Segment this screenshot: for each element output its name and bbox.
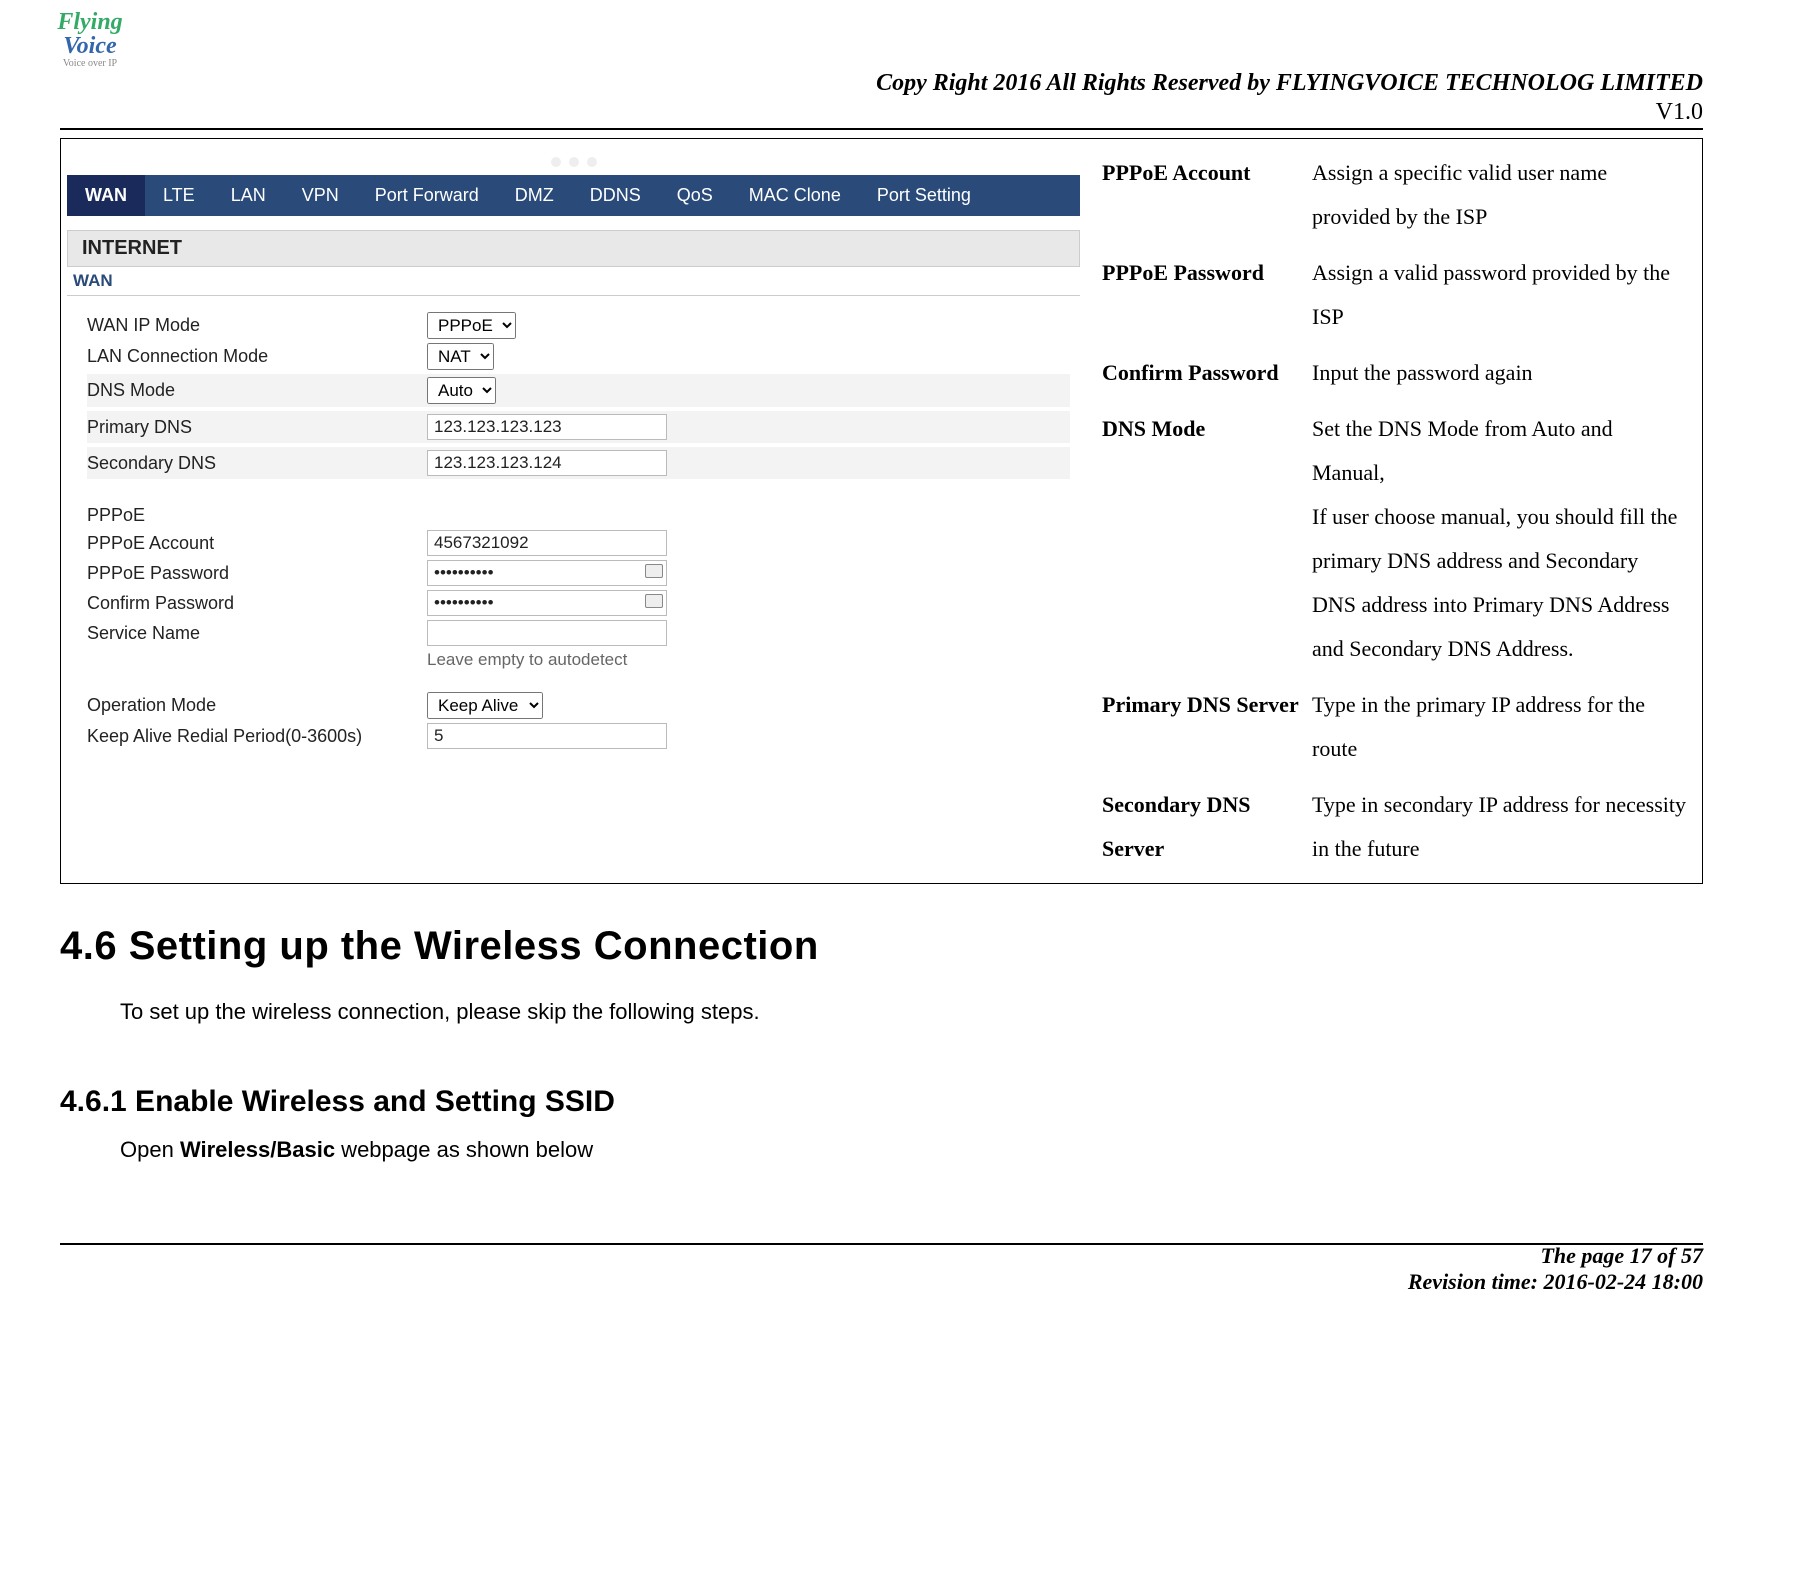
form-area: WAN IP Mode PPPoE LAN Connection Mode NA… [67, 304, 1080, 763]
row-redial-period: Keep Alive Redial Period(0-3600s) 5 [87, 723, 1070, 749]
label-primary-dns: Primary DNS [87, 417, 427, 438]
version-line: V1.0 [60, 99, 1703, 126]
top-rule [60, 128, 1703, 130]
logo-sub: Voice over IP [40, 58, 140, 69]
def-dns-mode: Set the DNS Mode from Auto and Manual, I… [1308, 401, 1690, 677]
p461-pre: Open [120, 1137, 180, 1162]
def-confirm-password: Input the password again [1308, 345, 1690, 401]
select-dns-mode[interactable]: Auto [427, 377, 496, 404]
tab-ddns[interactable]: DDNS [572, 175, 659, 216]
paragraph-4-6: To set up the wireless connection, pleas… [120, 999, 1703, 1025]
tab-qos[interactable]: QoS [659, 175, 731, 216]
keyboard-icon[interactable] [645, 564, 663, 578]
tab-bar: WAN LTE LAN VPN Port Forward DMZ DDNS Qo… [67, 175, 1080, 216]
label-service-name: Service Name [87, 623, 427, 644]
input-service-name[interactable] [427, 620, 667, 646]
label-lan-conn-mode: LAN Connection Mode [87, 346, 427, 367]
term-secondary-dns: Secondary DNS Server [1098, 777, 1308, 877]
row-pppoe-password: PPPoE Password •••••••••• [87, 560, 1070, 586]
p461-bold: Wireless/Basic [180, 1137, 335, 1162]
def-secondary-dns: Type in secondary IP address for necessi… [1308, 777, 1690, 877]
heading-4-6-1: 4.6.1 Enable Wireless and Setting SSID [60, 1085, 1703, 1119]
row-dns-mode: DNS Mode Auto [87, 374, 1070, 407]
input-secondary-dns[interactable]: 123.123.123.124 [427, 450, 667, 476]
row-operation-mode: Operation Mode Keep Alive [87, 692, 1070, 719]
logo-line2: Voice [40, 34, 140, 58]
row-pppoe-account: PPPoE Account 4567321092 [87, 530, 1070, 556]
term-pppoe-account: PPPoE Account [1098, 145, 1308, 245]
definition-table: PPPoE Account Assign a specific valid us… [1098, 145, 1690, 877]
term-pppoe-password: PPPoE Password [1098, 245, 1308, 345]
row-service-name: Service Name [87, 620, 1070, 646]
heading-4-6: 4.6 Setting up the Wireless Connection [60, 924, 1703, 969]
footer-rev: Revision time: 2016-02-24 18:00 [1408, 1269, 1703, 1295]
p461-post: webpage as shown below [335, 1137, 593, 1162]
screenshot-cell: WAN LTE LAN VPN Port Forward DMZ DDNS Qo… [61, 139, 1086, 883]
label-pppoe-header: PPPoE [87, 505, 427, 526]
section-header-internet: INTERNET [67, 230, 1080, 267]
def-pppoe-account: Assign a specific valid user name provid… [1308, 145, 1690, 245]
logo-line1: Flying [40, 10, 140, 34]
footer: The page 17 of 57 Revision time: 2016-02… [1408, 1243, 1703, 1295]
input-pppoe-account[interactable]: 4567321092 [427, 530, 667, 556]
tab-vpn[interactable]: VPN [284, 175, 357, 216]
label-wan-ip-mode: WAN IP Mode [87, 315, 427, 336]
tab-dmz[interactable]: DMZ [497, 175, 572, 216]
row-lan-conn-mode: LAN Connection Mode NAT [87, 343, 1070, 370]
tab-port-setting[interactable]: Port Setting [859, 175, 989, 216]
term-confirm-password: Confirm Password [1098, 345, 1308, 401]
input-pppoe-password[interactable]: •••••••••• [427, 560, 667, 586]
paragraph-4-6-1: Open Wireless/Basic webpage as shown bel… [120, 1137, 1703, 1163]
input-confirm-password[interactable]: •••••••••• [427, 590, 667, 616]
input-primary-dns[interactable]: 123.123.123.123 [427, 414, 667, 440]
footer-page: The page 17 of 57 [1408, 1243, 1703, 1269]
description-cell: PPPoE Account Assign a specific valid us… [1086, 139, 1702, 883]
def-pppoe-password: Assign a valid password provided by the … [1308, 245, 1690, 345]
tab-mac-clone[interactable]: MAC Clone [731, 175, 859, 216]
copyright-line: Copy Right 2016 All Rights Reserved by F… [60, 70, 1703, 97]
select-operation-mode[interactable]: Keep Alive [427, 692, 543, 719]
service-name-hint: Leave empty to autodetect [427, 650, 1070, 670]
label-operation-mode: Operation Mode [87, 695, 427, 716]
sub-header-wan: WAN [67, 267, 1080, 296]
main-figure-table: WAN LTE LAN VPN Port Forward DMZ DDNS Qo… [60, 138, 1703, 884]
nav-dots [67, 145, 1080, 175]
label-pppoe-account: PPPoE Account [87, 533, 427, 554]
term-dns-mode: DNS Mode [1098, 401, 1308, 677]
select-wan-ip-mode[interactable]: PPPoE [427, 312, 516, 339]
select-lan-conn-mode[interactable]: NAT [427, 343, 494, 370]
input-redial-period[interactable]: 5 [427, 723, 667, 749]
row-pppoe-header: PPPoE [87, 505, 1070, 526]
label-confirm-password: Confirm Password [87, 593, 427, 614]
label-dns-mode: DNS Mode [87, 380, 427, 401]
def-primary-dns: Type in the primary IP address for the r… [1308, 677, 1690, 777]
tab-wan[interactable]: WAN [67, 175, 145, 216]
row-primary-dns: Primary DNS 123.123.123.123 [87, 411, 1070, 443]
term-primary-dns: Primary DNS Server [1098, 677, 1308, 777]
tab-port-forward[interactable]: Port Forward [357, 175, 497, 216]
label-secondary-dns: Secondary DNS [87, 453, 427, 474]
label-redial-period: Keep Alive Redial Period(0-3600s) [87, 726, 427, 747]
tab-lte[interactable]: LTE [145, 175, 213, 216]
label-pppoe-password: PPPoE Password [87, 563, 427, 584]
row-confirm-password: Confirm Password •••••••••• [87, 590, 1070, 616]
keyboard-icon[interactable] [645, 594, 663, 608]
tab-lan[interactable]: LAN [213, 175, 284, 216]
row-secondary-dns: Secondary DNS 123.123.123.124 [87, 447, 1070, 479]
row-wan-ip-mode: WAN IP Mode PPPoE [87, 312, 1070, 339]
logo: Flying Voice Voice over IP [40, 10, 140, 69]
